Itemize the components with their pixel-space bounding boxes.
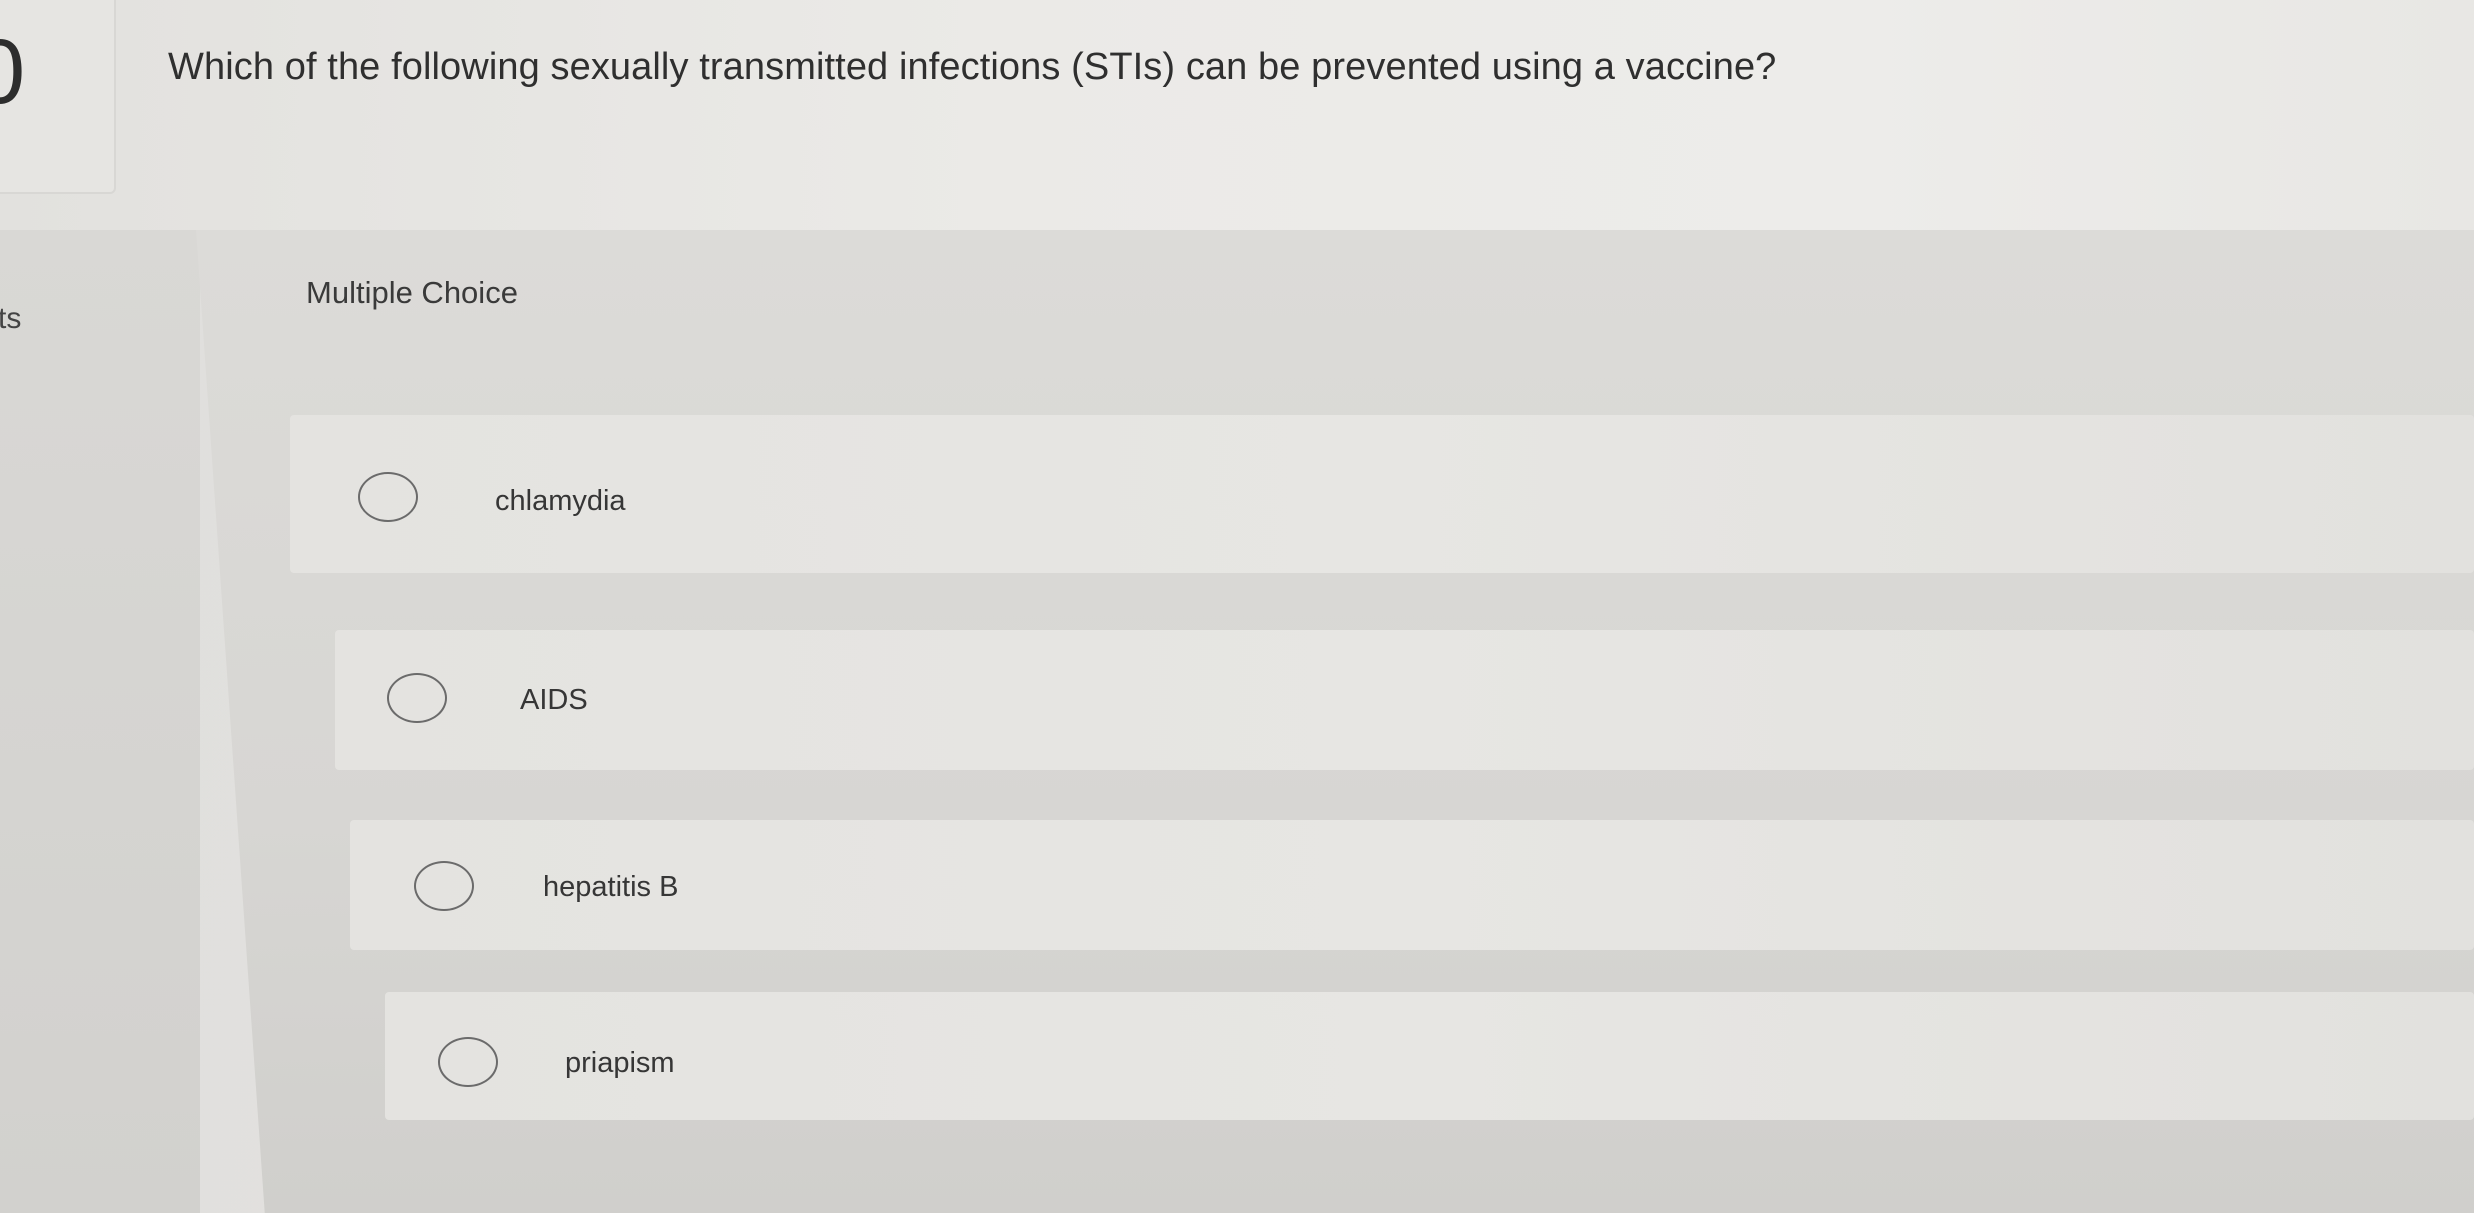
radio-button[interactable] <box>438 1037 498 1087</box>
answer-option-label: chlamydia <box>495 485 626 517</box>
answer-option-label: priapism <box>565 1047 675 1079</box>
answer-option-chlamydia[interactable]: chlamydia <box>290 415 2474 573</box>
points-label: ts <box>0 302 22 335</box>
answer-option-hepatitis-b[interactable]: hepatitis B <box>350 820 2474 950</box>
question-type-label: Multiple Choice <box>306 275 518 310</box>
answer-option-label: hepatitis B <box>543 871 679 903</box>
answer-option-aids[interactable]: AIDS <box>335 630 2474 770</box>
answer-option-priapism[interactable]: priapism <box>385 992 2474 1120</box>
radio-button[interactable] <box>358 472 418 522</box>
question-number: 0 <box>0 26 25 118</box>
question-header <box>0 0 2474 230</box>
radio-button[interactable] <box>414 861 474 911</box>
left-sidebar <box>0 230 200 1213</box>
answer-option-label: AIDS <box>520 684 588 716</box>
radio-button[interactable] <box>387 673 447 723</box>
question-text: Which of the following sexually transmit… <box>168 46 1777 88</box>
